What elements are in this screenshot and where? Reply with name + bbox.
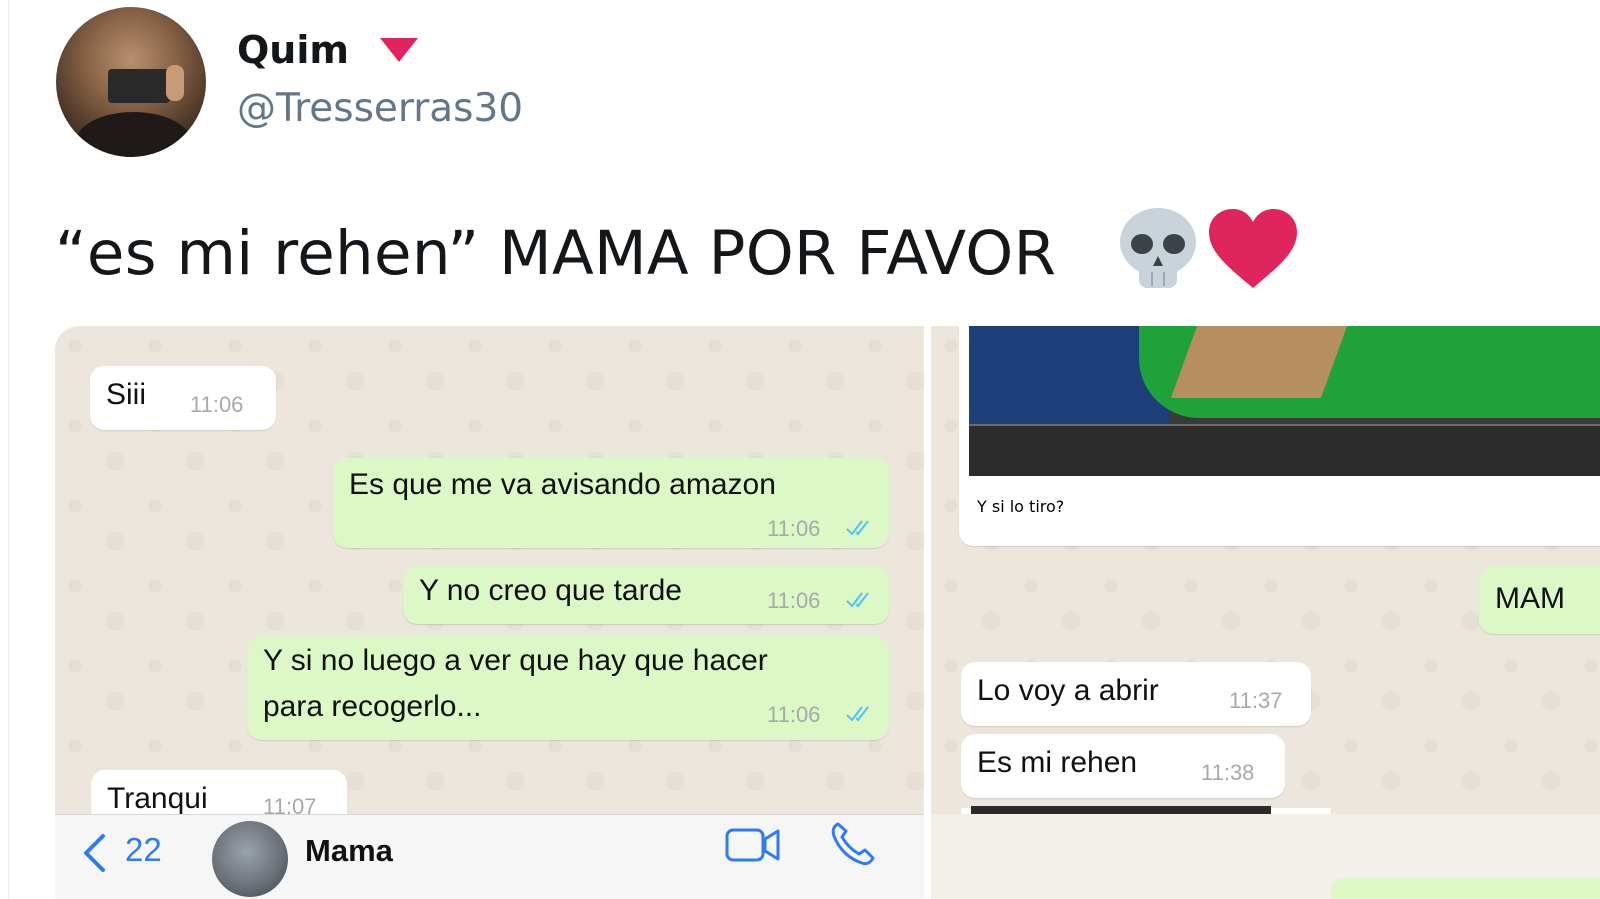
message-text: Y si lo tiro? [977,497,1065,516]
image-message-incoming: Y si lo tiro? [959,326,1600,546]
partial-image-message [971,806,1271,814]
tweet-text: “es mi rehen” MAMA POR FAVOR [55,218,1057,289]
message-bubble-incoming: Lo voy a abrir 11:37 [961,662,1311,726]
chat-screenshot-left: Siii 11:06 Es que me va avisando amazon … [55,326,924,899]
partial-outgoing-bubble [1331,878,1600,899]
skull-icon [1120,208,1196,288]
unread-count[interactable]: 22 [125,831,162,869]
message-bubble-incoming: Siii 11:06 [90,366,276,430]
contact-avatar[interactable] [212,821,288,897]
message-text: Siii [106,378,147,411]
message-time: 11:06 [767,516,821,541]
message-text: Es mi rehen [977,746,1138,779]
read-ticks-icon [846,706,869,722]
message-bubble-outgoing: Y no creo que tarde 11:06 [403,566,889,624]
message-text: MAM [1495,582,1565,615]
video-call-icon[interactable] [725,825,781,865]
message-time: 11:38 [1201,760,1255,785]
timeline-border [8,0,10,899]
message-bubble-incoming: Es mi rehen 11:38 [961,734,1285,798]
read-ticks-icon [846,592,869,608]
read-ticks-icon [846,520,869,536]
chat-screenshot-right: Y si lo tiro? MAM Lo voy a abrir 11:37 E… [931,326,1600,899]
message-bubble-outgoing: Y si no luego a ver que hay que hacer pa… [247,636,889,740]
phone-call-icon[interactable] [829,821,875,867]
display-name[interactable]: Quim [237,28,349,72]
user-avatar[interactable] [56,7,206,157]
message-text-line: Y si no luego a ver que hay que hacer [263,644,768,677]
user-handle[interactable]: @Tresserras30 [237,86,523,131]
message-bubble-outgoing: MAM [1479,566,1600,634]
message-text-line: para recogerlo... [263,690,482,723]
contact-name[interactable]: Mama [305,833,393,869]
chat-header-bar: 22 Mama [55,814,924,899]
message-time: 11:37 [1229,688,1283,713]
package-photo[interactable] [969,326,1600,476]
message-time: 11:06 [767,702,821,727]
triangle-badge-icon [380,38,418,62]
message-text: Lo voy a abrir [977,674,1159,707]
message-text: Es que me va avisando amazon [349,468,776,501]
message-bubble-outgoing: Es que me va avisando amazon 11:06 [333,458,889,548]
message-text: Y no creo que tarde [419,574,682,607]
message-time: 11:06 [190,392,244,417]
chevron-left-icon[interactable] [81,833,107,873]
heart-icon [1209,209,1297,288]
tweet-media[interactable]: Siii 11:06 Es que me va avisando amazon … [55,326,1600,899]
message-time: 11:06 [767,588,821,613]
